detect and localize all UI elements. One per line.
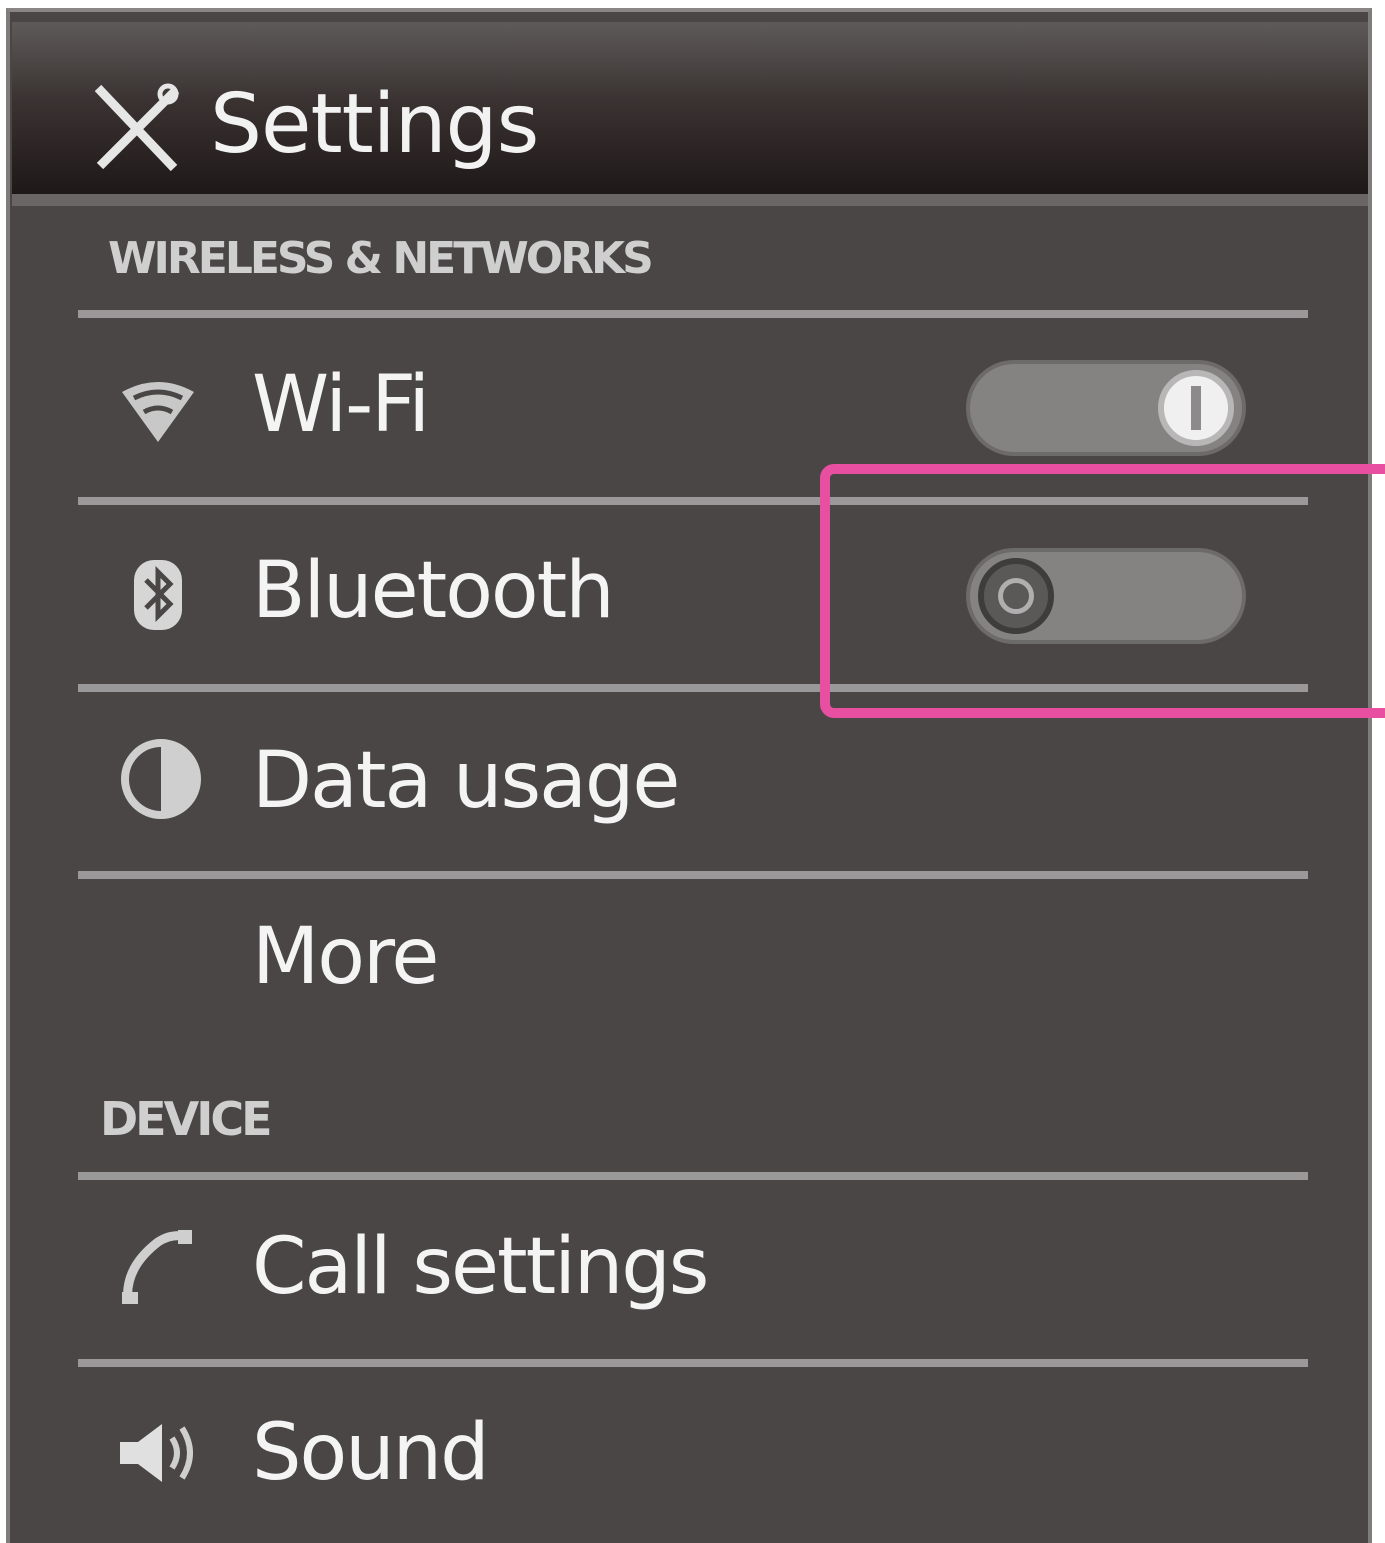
data-usage-label: Data usage	[252, 736, 680, 826]
wifi-toggle-knob	[1158, 370, 1234, 446]
sound-label: Sound	[252, 1408, 490, 1498]
wifi-label: Wi-Fi	[252, 360, 430, 450]
speaker-icon	[118, 1420, 200, 1490]
sound-row[interactable]	[20, 1367, 1360, 1537]
divider	[78, 871, 1308, 879]
more-row[interactable]	[20, 879, 1360, 1049]
divider	[78, 1172, 1308, 1180]
tools-icon	[90, 80, 186, 180]
data-usage-row[interactable]	[20, 692, 1360, 870]
bluetooth-label: Bluetooth	[252, 546, 615, 636]
divider	[78, 310, 1308, 318]
divider	[78, 1359, 1308, 1367]
data-usage-icon	[118, 736, 204, 826]
call-settings-label: Call settings	[252, 1222, 709, 1312]
more-label: More	[252, 912, 439, 1002]
section-header-wireless: WIRELESS & NETWORKS	[108, 233, 654, 284]
settings-header: Settings	[12, 22, 1368, 194]
wifi-toggle[interactable]	[970, 364, 1242, 452]
page-title: Settings	[210, 77, 539, 172]
phone-icon	[118, 1228, 198, 1312]
header-divider	[12, 194, 1368, 206]
highlight-box	[820, 464, 1385, 718]
bluetooth-icon	[128, 556, 188, 638]
wifi-icon	[120, 378, 196, 448]
section-header-device: DEVICE	[100, 1092, 273, 1146]
